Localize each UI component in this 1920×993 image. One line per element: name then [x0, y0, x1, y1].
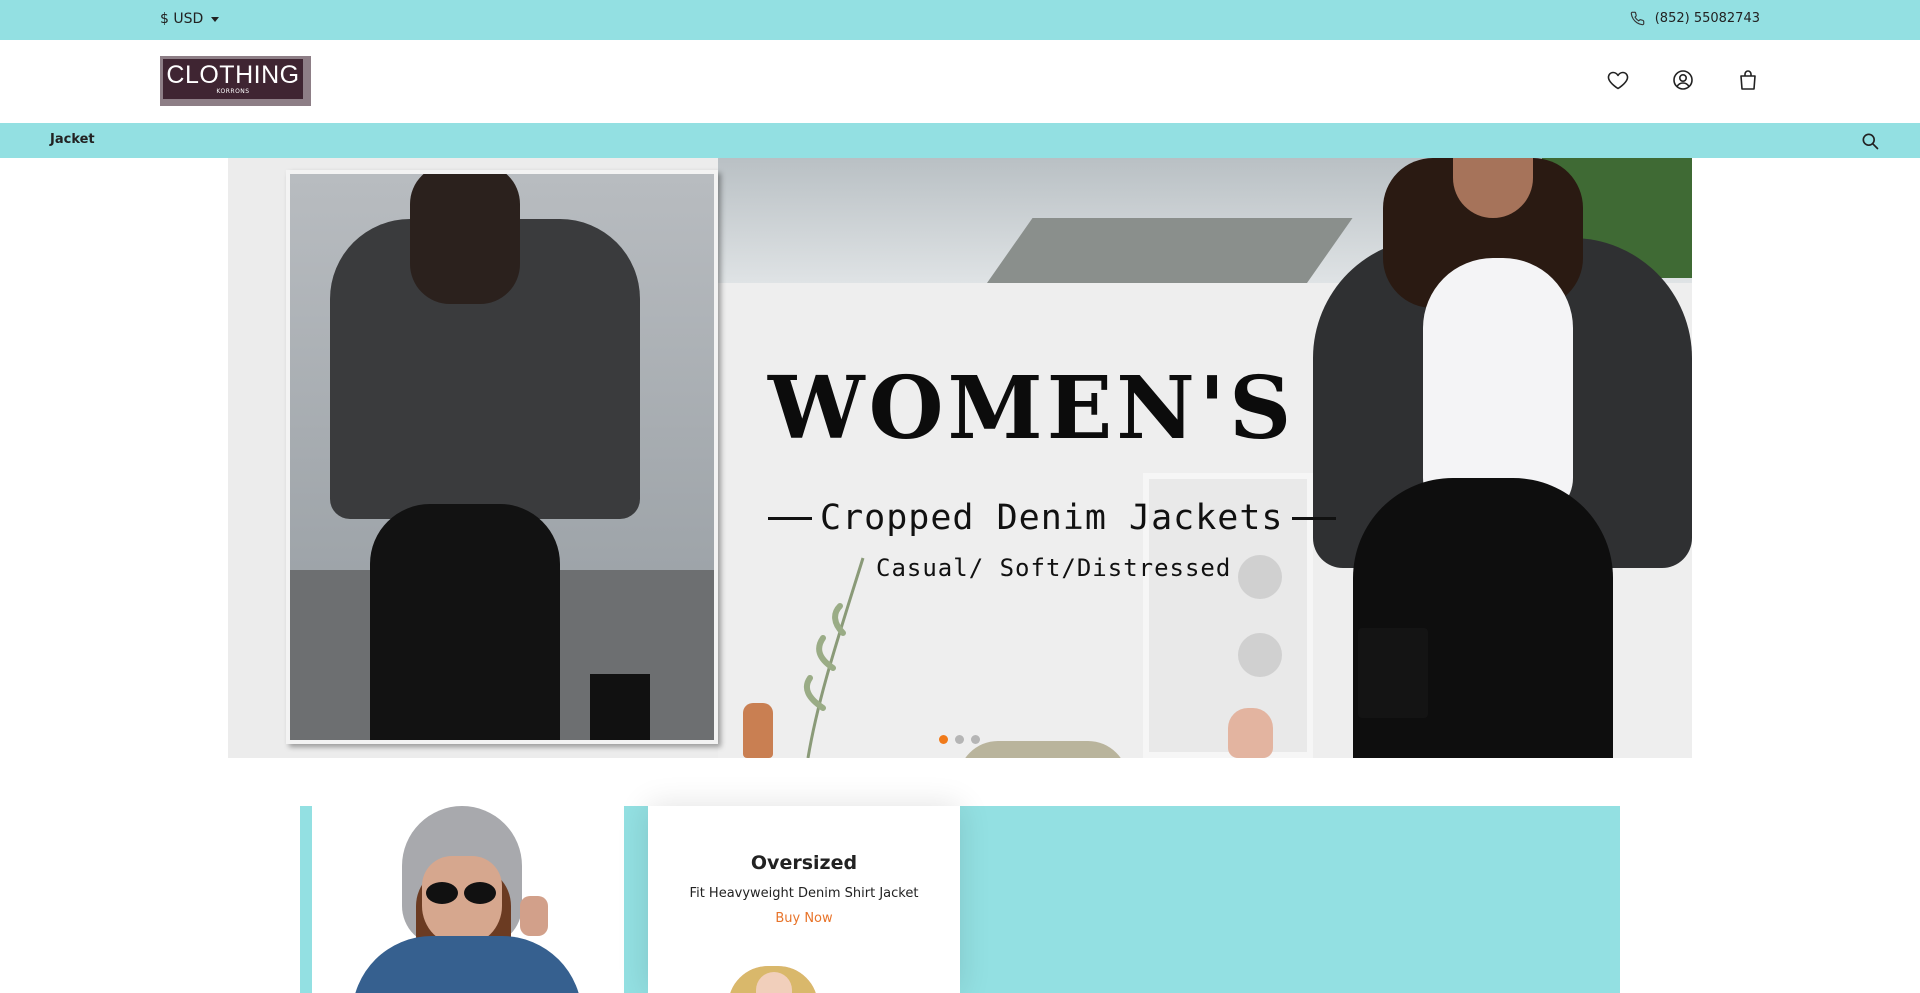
hero-left-pants: [370, 504, 560, 740]
promo-model-hand: [520, 896, 548, 936]
promo-model-sunglasses: [426, 882, 498, 906]
search-icon[interactable]: [1860, 131, 1880, 151]
hero-banner[interactable]: WOMEN'S Cropped Denim Jackets Casual/ So…: [228, 158, 1692, 758]
promo-image-card[interactable]: [312, 806, 624, 993]
hero-decor-candle: [743, 703, 773, 758]
promo-title: Oversized: [750, 852, 858, 874]
logo-badge: CLOTHING KORRONS: [163, 59, 303, 99]
currency-label: $ USD: [160, 11, 204, 27]
hero-decor-vase: [1228, 708, 1273, 758]
carousel-dots: [939, 735, 980, 744]
hero-decor-chair: [958, 741, 1128, 758]
hero-subtitle-row: Cropped Denim Jackets: [768, 498, 1336, 538]
promo-model-jacket: [352, 936, 582, 993]
promo-description: Fit Heavyweight Denim Shirt Jacket: [689, 886, 919, 901]
promo-thumbnail[interactable]: [728, 966, 818, 993]
nav-item-jacket[interactable]: Jacket: [50, 132, 95, 147]
hero-title: WOMEN'S: [768, 358, 1296, 459]
user-icon[interactable]: [1671, 68, 1695, 92]
promo-card: Oversized Fit Heavyweight Denim Shirt Ja…: [648, 806, 960, 993]
currency-selector[interactable]: $ USD: [160, 11, 220, 27]
hero-decor-circle: [1238, 555, 1282, 599]
hero-subtitle-rule: [768, 516, 812, 520]
hero-left-photo: [286, 170, 718, 744]
heart-icon[interactable]: [1606, 68, 1630, 92]
top-bar: $ USD (852) 55082743: [0, 0, 1920, 40]
carousel-dot[interactable]: [971, 735, 980, 744]
hero-right-bag: [1358, 628, 1428, 718]
hero-subtitle-rule: [1291, 516, 1336, 520]
carousel-dot[interactable]: [939, 735, 948, 744]
logo-text: CLOTHING: [166, 61, 300, 89]
hero-left-bag: [590, 674, 650, 740]
hero-right-model: [1313, 158, 1692, 758]
phone-icon: [1630, 11, 1645, 26]
chevron-down-icon: [211, 16, 220, 22]
header-actions: [1606, 68, 1760, 92]
main-nav: Jacket: [0, 123, 1920, 158]
carousel-dot[interactable]: [955, 735, 964, 744]
phone-number: (852) 55082743: [1654, 11, 1760, 26]
logo-subtext: KORRONS: [216, 88, 250, 95]
hero-tagline: Casual/ Soft/Distressed: [876, 554, 1232, 582]
phone-contact[interactable]: (852) 55082743: [1630, 11, 1760, 26]
hero-roof: [983, 218, 1353, 288]
hero-left-hair: [410, 174, 520, 304]
hero-decor-circle: [1238, 633, 1282, 677]
bag-icon[interactable]: [1736, 68, 1760, 92]
hero-subtitle: Cropped Denim Jackets: [820, 498, 1284, 538]
hero-decor-plant: [803, 557, 865, 758]
site-header: CLOTHING KORRONS: [0, 40, 1920, 123]
site-logo[interactable]: CLOTHING KORRONS: [160, 56, 311, 106]
buy-now-link[interactable]: Buy Now: [775, 911, 832, 926]
